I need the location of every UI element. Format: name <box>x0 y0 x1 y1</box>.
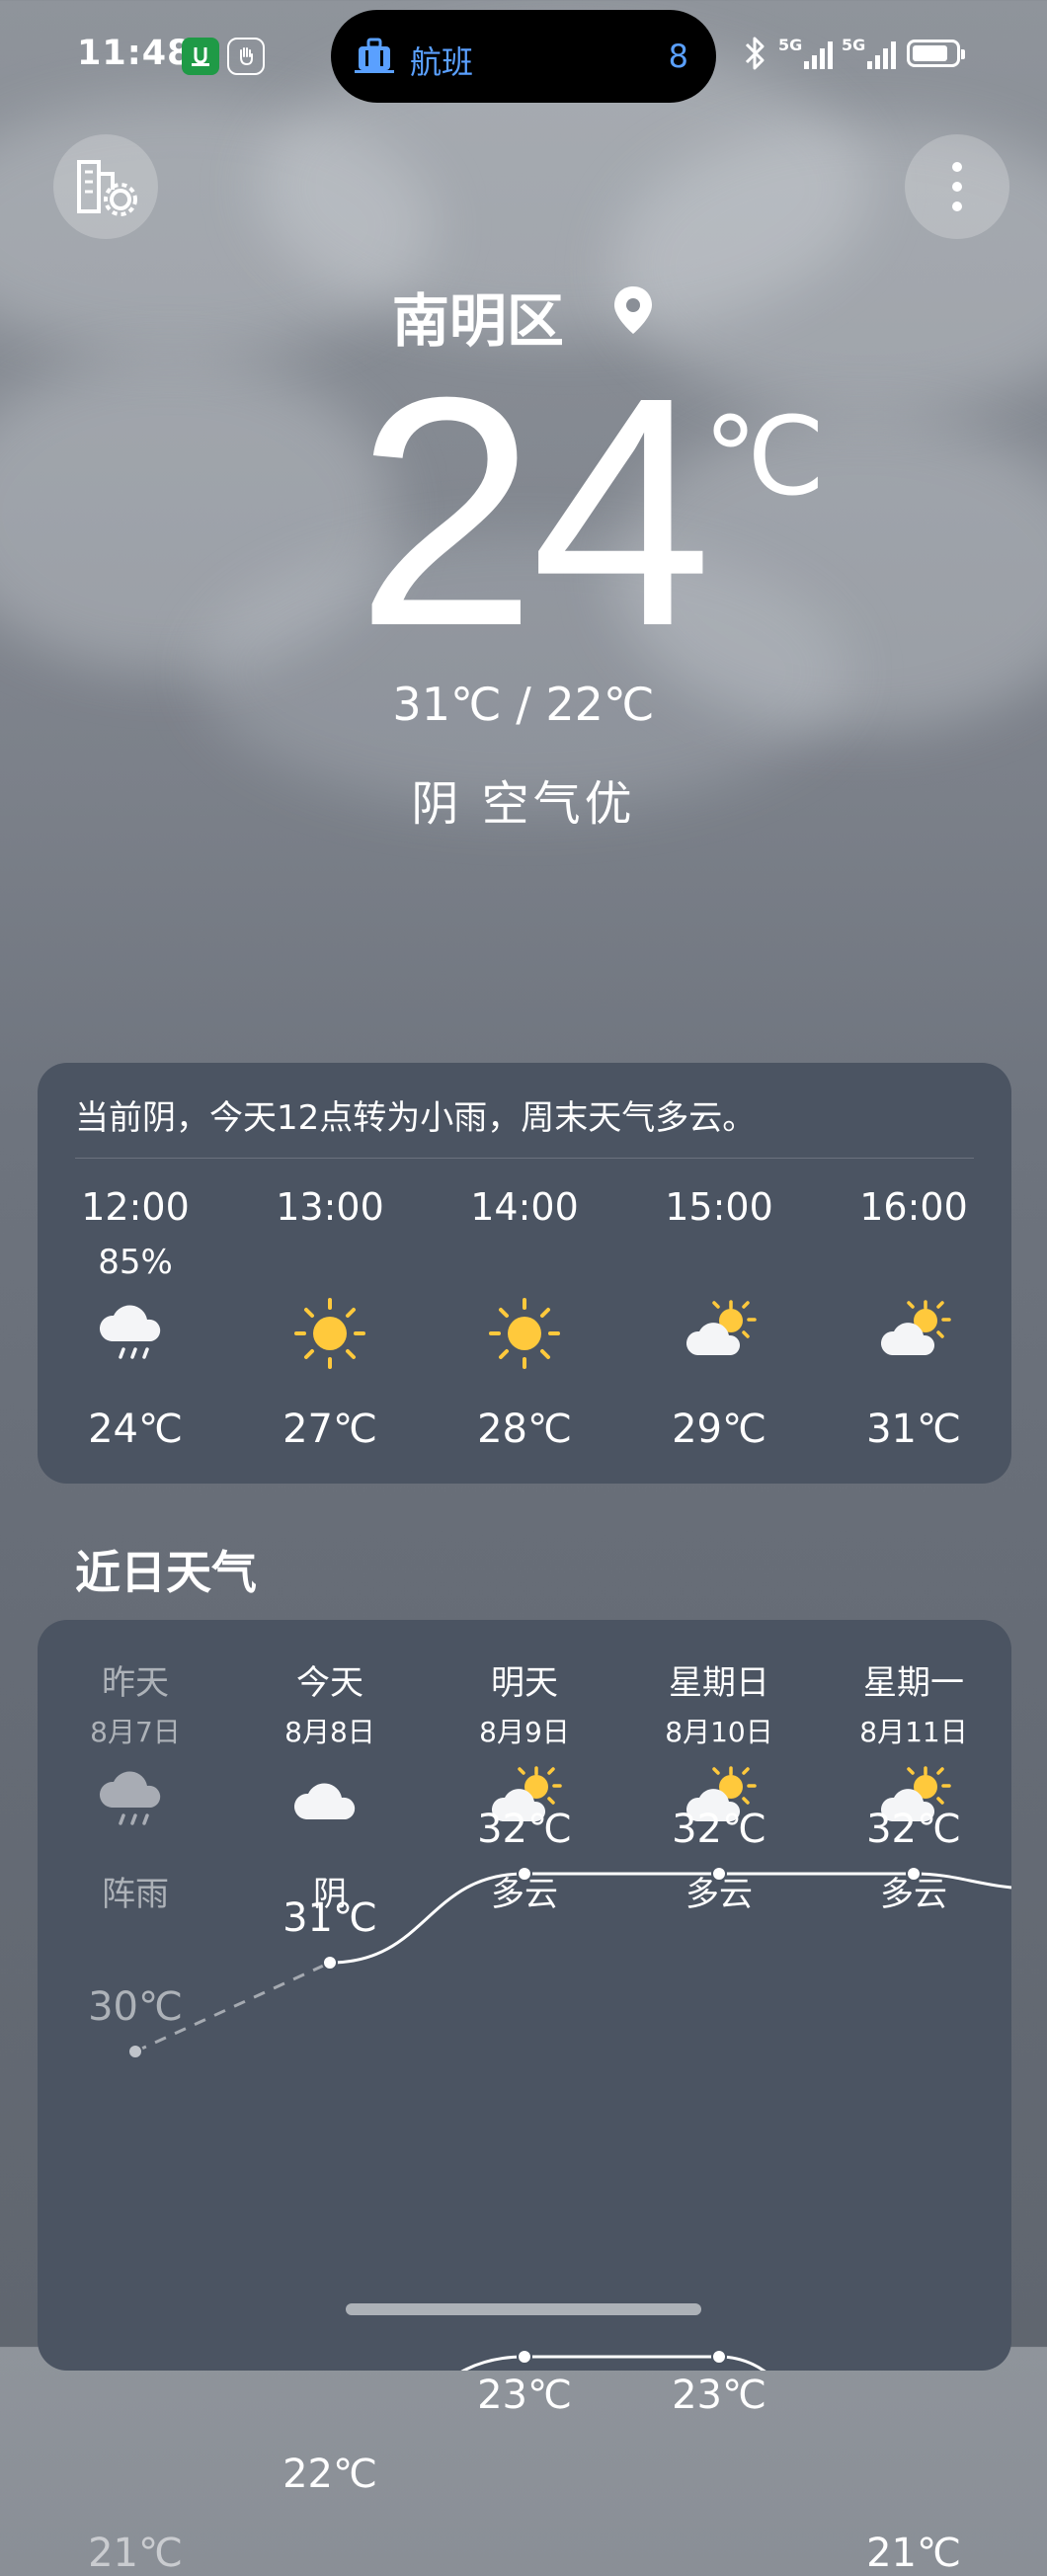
hour-temperature: 24℃ <box>88 1407 183 1452</box>
high-temperature-point <box>127 2044 143 2059</box>
high-low-temperature: 31℃ / 22℃ <box>392 678 655 731</box>
status-time: 11:48 <box>77 34 193 73</box>
hour-temperature: 28℃ <box>477 1407 572 1452</box>
partly-cloudy-icon <box>874 1294 953 1377</box>
temperature-curve-chart <box>127 1866 1011 2371</box>
city-settings-icon <box>77 160 137 216</box>
high-temperature-point <box>322 1955 338 1971</box>
hour-time: 12:00 <box>81 1185 190 1229</box>
island-count: 8 <box>668 38 688 75</box>
low-temperature-label: 23℃ <box>672 2373 766 2418</box>
hour-time: 13:00 <box>276 1185 384 1229</box>
more-options-button[interactable] <box>905 134 1009 239</box>
hour-time: 16:00 <box>859 1185 968 1229</box>
sun-icon <box>290 1294 369 1377</box>
sun-icon <box>485 1294 564 1377</box>
signal-5g-icon: 5G <box>778 36 840 75</box>
high-past-segment <box>134 1961 331 2053</box>
hour-temperature: 29℃ <box>672 1407 766 1452</box>
hour-time: 14:00 <box>470 1185 579 1229</box>
temperature-unit: ℃ <box>703 396 826 518</box>
bluetooth-icon <box>743 36 766 75</box>
low-temperature-line <box>460 2355 766 2371</box>
hand-icon <box>227 38 265 75</box>
low-temperature-point <box>711 2349 727 2365</box>
high-temperature-point <box>906 1866 922 1882</box>
precipitation-probability: 85% <box>98 1243 173 1282</box>
hour-time: 15:00 <box>665 1185 773 1229</box>
rain-icon <box>96 1294 175 1377</box>
hour-temperature: 27℃ <box>282 1407 377 1452</box>
low-temperature-label: 21℃ <box>866 2531 961 2576</box>
low-temperature-label: 22℃ <box>282 2452 377 2497</box>
more-vertical-icon <box>952 162 962 211</box>
signal-5g-icon-2: 5G <box>842 36 903 75</box>
high-temperature-line <box>329 1872 1011 1965</box>
forecast-summary: 当前阴，今天12点转为小雨，周末天气多云。 <box>75 1098 757 1138</box>
daily-section-title: 近日天气 <box>75 1546 257 1599</box>
low-temperature-label: 23℃ <box>477 2373 572 2418</box>
divider <box>75 1158 974 1159</box>
low-temperature-point <box>517 2349 532 2365</box>
app-notification-icon <box>182 38 219 75</box>
low-temperature-label: 21℃ <box>88 2531 183 2576</box>
high-temperature-point <box>711 1866 727 1882</box>
dynamic-island-flight[interactable]: 航班 8 <box>331 10 716 103</box>
island-label: 航班 <box>410 43 474 81</box>
hour-temperature: 31℃ <box>866 1407 961 1452</box>
partly-cloudy-icon <box>680 1294 759 1377</box>
current-temperature: 24 <box>356 329 712 693</box>
weather-condition-air-quality[interactable]: 阴 空气优 <box>0 765 1047 834</box>
city-management-button[interactable] <box>53 134 158 239</box>
home-indicator[interactable] <box>346 2303 701 2315</box>
high-temperature-point <box>517 1866 532 1882</box>
luggage-icon <box>355 38 394 73</box>
battery-icon <box>907 40 965 67</box>
